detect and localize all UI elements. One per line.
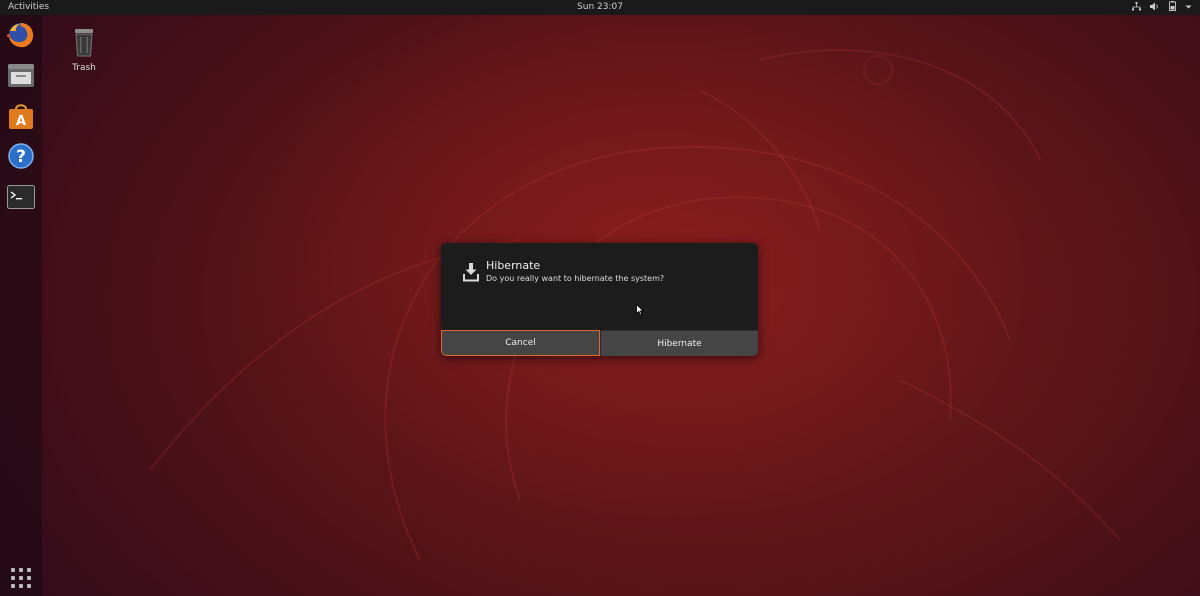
dialog-message: Do you really want to hibernate the syst… [486,274,665,283]
cancel-button[interactable]: Cancel [441,330,600,356]
network-icon [1132,1,1141,16]
menu-arrow-icon [1185,2,1192,15]
hibernate-button[interactable]: Hibernate [600,330,758,356]
dialog-button-row: Cancel Hibernate [441,330,758,356]
top-bar: Activities Sun 23:07 [0,0,1200,15]
dock-item-firefox[interactable] [6,20,36,50]
system-tray[interactable] [1132,1,1192,16]
trash-icon [75,29,93,57]
trash-label: Trash [72,63,96,73]
help-icon: ? [8,143,34,169]
software-icon: A [9,104,33,129]
volume-icon [1150,2,1160,16]
files-icon [8,64,34,87]
desktop-trash[interactable]: Trash [66,27,102,73]
terminal-icon [7,185,35,209]
dock-item-ubuntu-software[interactable]: A [6,101,36,131]
dialog-title: Hibernate [486,259,541,272]
hibernate-dialog: Hibernate Do you really want to hibernat… [441,243,758,356]
apps-grid-icon[interactable] [9,566,33,590]
dock: A ? [0,15,42,596]
clock[interactable]: Sun 23:07 [0,2,1200,12]
hibernate-icon [463,263,479,282]
dock-item-terminal[interactable] [6,182,36,212]
running-indicator [7,34,10,37]
mouse-cursor-icon [636,304,644,316]
battery-icon [1169,1,1176,16]
svg-text:?: ? [16,147,26,167]
firefox-icon [9,23,34,48]
dock-item-files[interactable] [6,60,36,90]
dock-item-help[interactable]: ? [6,141,36,171]
svg-text:A: A [16,114,26,129]
